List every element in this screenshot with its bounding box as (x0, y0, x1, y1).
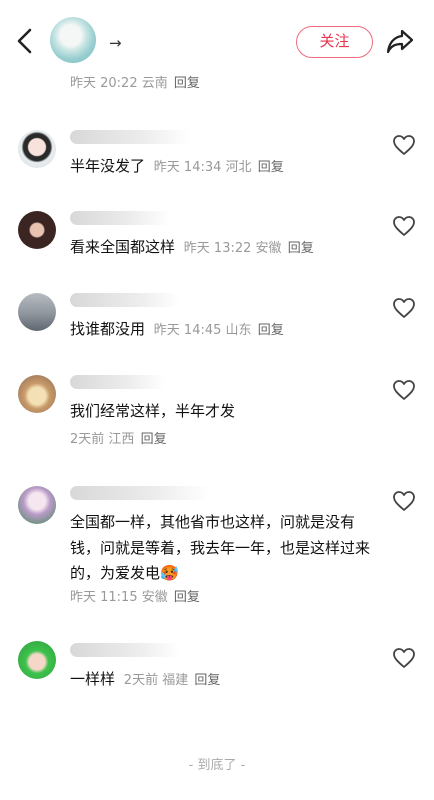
heart-icon[interactable] (392, 297, 416, 319)
comment-time: 2天前 (123, 673, 159, 688)
comment-location: 山东 (225, 323, 252, 338)
commenter-name-blurred[interactable] (70, 293, 180, 307)
follow-button[interactable]: 关注 (296, 26, 373, 58)
comment-time: 昨天 11:15 (70, 590, 138, 605)
comment-text: 我们经常这样，半年才发 (70, 402, 236, 420)
end-of-list-label: - 到底了 - (188, 758, 246, 773)
reply-button[interactable]: 回复 (141, 432, 167, 447)
comment-body[interactable]: 半年没发了 昨天 14:34 河北 回复 (70, 154, 370, 180)
commenter-avatar[interactable] (18, 375, 56, 413)
comment-location: 江西 (108, 432, 135, 447)
comment-time: 2天前 (70, 432, 105, 447)
top-bar: → 关注 (0, 0, 434, 80)
heart-icon[interactable] (392, 647, 416, 669)
comment-body[interactable]: 一样样 2天前 福建 回复 (70, 667, 370, 693)
reply-button[interactable]: 回复 (258, 160, 284, 175)
comment-text: 全国都一样，其他省市也这样，问就是没有钱，问就是等着，我去年一年，也是这样过来的… (70, 513, 371, 582)
author-name[interactable]: → (109, 34, 122, 52)
reply-button[interactable]: 回复 (194, 673, 220, 688)
commenter-name-blurred[interactable] (70, 375, 165, 389)
comment-body[interactable]: 找谁都没用 昨天 14:45 山东 回复 (70, 317, 370, 343)
commenter-avatar[interactable] (18, 486, 56, 524)
comment-body[interactable]: 看来全国都这样 昨天 13:22 安徽 回复 (70, 235, 370, 261)
commenter-name-blurred[interactable] (70, 643, 180, 657)
author-avatar[interactable] (50, 17, 96, 63)
comment-text: 看来全国都这样 (70, 238, 176, 256)
commenter-name-blurred[interactable] (70, 486, 210, 500)
share-icon[interactable] (385, 27, 415, 55)
comment-body[interactable]: 全国都一样，其他省市也这样，问就是没有钱，问就是等着，我去年一年，也是这样过来的… (70, 510, 370, 587)
comment-time: 昨天 20:22 (70, 76, 138, 91)
comment-time: 昨天 14:34 (153, 160, 222, 175)
reply-button[interactable]: 回复 (174, 590, 200, 605)
heart-icon[interactable] (392, 379, 416, 401)
comment-location: 云南 (141, 76, 168, 91)
comment-location: 安徽 (255, 241, 282, 256)
commenter-avatar[interactable] (18, 130, 56, 168)
comment-text: 找谁都没用 (70, 320, 146, 338)
comment-time: 昨天 14:45 (153, 323, 222, 338)
comment-location: 福建 (162, 673, 189, 688)
comment-text: 一样样 (70, 670, 116, 688)
comment-location: 安徽 (141, 590, 168, 605)
heart-icon[interactable] (392, 134, 416, 156)
comment-time: 昨天 13:22 (183, 241, 252, 256)
comment-meta: 2天前 江西 回复 (70, 428, 167, 447)
commenter-name-blurred[interactable] (70, 211, 170, 225)
comment-text: 半年没发了 (70, 157, 146, 175)
comment-body[interactable]: 我们经常这样，半年才发 (70, 399, 370, 424)
comment-location: 河北 (225, 160, 252, 175)
commenter-name-blurred[interactable] (70, 130, 190, 144)
previous-comment-meta: 昨天 20:22 云南 回复 (70, 72, 200, 91)
reply-button[interactable]: 回复 (174, 76, 200, 91)
reply-button[interactable]: 回复 (288, 241, 314, 256)
heart-icon[interactable] (392, 490, 416, 512)
back-icon[interactable] (12, 26, 38, 56)
commenter-avatar[interactable] (18, 211, 56, 249)
comment-meta: 昨天 11:15 安徽 回复 (70, 586, 200, 605)
commenter-avatar[interactable] (18, 293, 56, 331)
heart-icon[interactable] (392, 215, 416, 237)
reply-button[interactable]: 回复 (258, 323, 284, 338)
commenter-avatar[interactable] (18, 641, 56, 679)
